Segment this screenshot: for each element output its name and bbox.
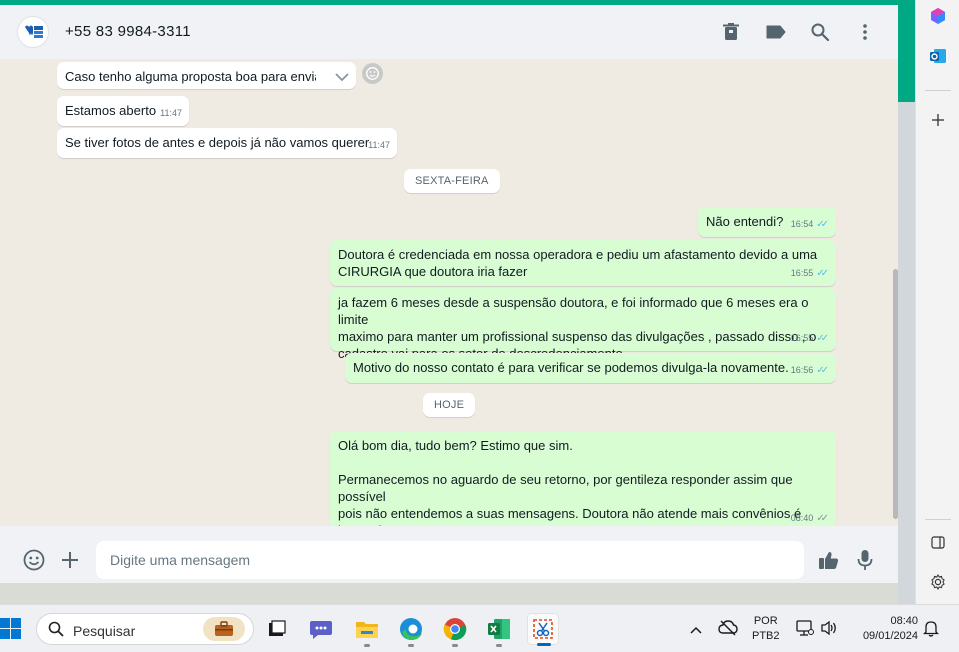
message-time: 08:40 — [790, 513, 814, 523]
message-input[interactable] — [96, 541, 804, 579]
search-icon[interactable] — [808, 20, 832, 44]
attach-plus-icon[interactable] — [57, 547, 83, 573]
language-code: POR — [753, 615, 778, 627]
windows-taskbar: Pesquisar POR PTB2 08:40 09/01/2024 — [0, 604, 959, 652]
message-incoming[interactable]: Se tiver fotos de antes e depois já não … — [57, 128, 397, 158]
notification-bell-icon[interactable] — [922, 620, 940, 642]
split-panel-icon[interactable] — [926, 530, 950, 554]
date-divider: HOJE — [423, 393, 476, 417]
message-text: ja fazem 6 meses desde a suspensão douto… — [338, 295, 817, 361]
read-ticks-icon: ✓✓ — [816, 219, 829, 230]
whatsapp-app: +55 83 9984-3311 Caso tenho alguma propo… — [0, 0, 915, 604]
date-divider: SEXTA-FEIRA — [404, 169, 500, 193]
keyboard-layout: PTB2 — [752, 630, 780, 642]
message-incoming[interactable]: Caso tenho alguma proposta boa para envi… — [57, 62, 356, 89]
emoji-icon[interactable] — [21, 547, 47, 573]
composer-bar — [0, 526, 898, 583]
message-outgoing[interactable]: Olá bom dia, tudo bem? Estimo que sim. P… — [330, 431, 836, 555]
chevron-down-icon[interactable] — [335, 69, 349, 86]
read-ticks-icon: ✓✓ — [816, 268, 829, 279]
chat-panel: +55 83 9984-3311 Caso tenho alguma propo… — [0, 5, 898, 583]
read-ticks-icon: ✓✓ — [816, 333, 829, 344]
clock-date: 09/01/2024 — [862, 630, 918, 642]
delete-icon[interactable] — [719, 20, 743, 44]
chevron-up-icon[interactable] — [689, 622, 703, 640]
message-time: 16:55 — [790, 333, 814, 343]
contact-name[interactable]: +55 83 9984-3311 — [65, 23, 191, 40]
browser-sidebar — [915, 0, 959, 604]
message-text: Doutora é credenciada em nossa operadora… — [338, 247, 818, 279]
add-icon[interactable] — [926, 108, 950, 132]
message-text: Motivo do nosso contato é para verificar… — [353, 360, 789, 375]
read-ticks-icon: ✓✓ — [816, 365, 829, 376]
search-label: Pesquisar — [73, 623, 136, 639]
cloud-offline-icon[interactable] — [718, 620, 738, 641]
search-icon — [48, 621, 64, 642]
briefcase-icon — [203, 617, 245, 641]
message-text: Caso tenho alguma proposta boa para envi… — [65, 69, 316, 84]
message-outgoing[interactable]: Motivo do nosso contato é para verificar… — [345, 353, 836, 383]
message-time: 11:47 — [368, 140, 390, 150]
network-icon[interactable] — [796, 620, 814, 641]
chat-header: +55 83 9984-3311 — [0, 5, 898, 59]
avatar[interactable] — [17, 16, 49, 48]
react-emoji-icon[interactable] — [362, 63, 383, 84]
message-incoming[interactable]: Estamos aberto 11:47 — [57, 96, 189, 126]
taskbar-search[interactable]: Pesquisar — [36, 613, 254, 645]
scrollbar-thumb[interactable] — [893, 269, 898, 519]
edge-browser-icon[interactable] — [395, 613, 427, 647]
windows-start-icon[interactable] — [0, 618, 22, 640]
clock-time: 08:40 — [890, 615, 918, 627]
file-explorer-icon[interactable] — [351, 613, 383, 647]
sidebar-divider — [925, 90, 951, 91]
app-side-panel — [898, 102, 915, 604]
message-time: 16:54 — [790, 219, 814, 229]
thumbs-up-icon[interactable] — [816, 547, 842, 573]
message-time: 11:47 — [160, 108, 182, 118]
excel-icon[interactable] — [483, 613, 515, 647]
label-icon[interactable] — [764, 20, 788, 44]
chrome-icon[interactable] — [439, 613, 471, 647]
more-icon[interactable] — [853, 20, 877, 44]
message-list[interactable]: Caso tenho alguma proposta boa para envi… — [0, 59, 898, 555]
outlook-icon[interactable] — [926, 44, 950, 68]
message-outgoing[interactable]: Doutora é credenciada em nossa operadora… — [330, 240, 836, 286]
message-time: 16:56 — [790, 365, 814, 375]
app-accent-side — [898, 0, 915, 102]
scrollbar[interactable] — [891, 59, 898, 526]
teams-chat-icon[interactable] — [305, 613, 337, 645]
message-outgoing[interactable]: ja fazem 6 meses desde a suspensão douto… — [330, 288, 836, 361]
message-text: Se tiver fotos de antes e depois já não … — [65, 135, 370, 150]
input-language[interactable]: POR PTB2 — [752, 614, 780, 644]
sidebar-divider — [925, 519, 951, 520]
volume-icon[interactable] — [820, 620, 838, 641]
microphone-icon[interactable] — [852, 547, 878, 573]
task-view-icon[interactable] — [261, 613, 293, 645]
copilot-icon[interactable] — [926, 4, 950, 28]
settings-gear-icon[interactable] — [926, 570, 950, 594]
snipping-tool-icon[interactable] — [527, 613, 559, 646]
clock[interactable]: 08:40 09/01/2024 — [850, 614, 918, 644]
message-outgoing[interactable]: Não entendi? 16:54 ✓✓ — [698, 207, 836, 237]
read-ticks-icon: ✓✓ — [816, 513, 829, 524]
message-time: 16:55 — [790, 268, 814, 278]
bio-dental-logo — [19, 18, 47, 46]
